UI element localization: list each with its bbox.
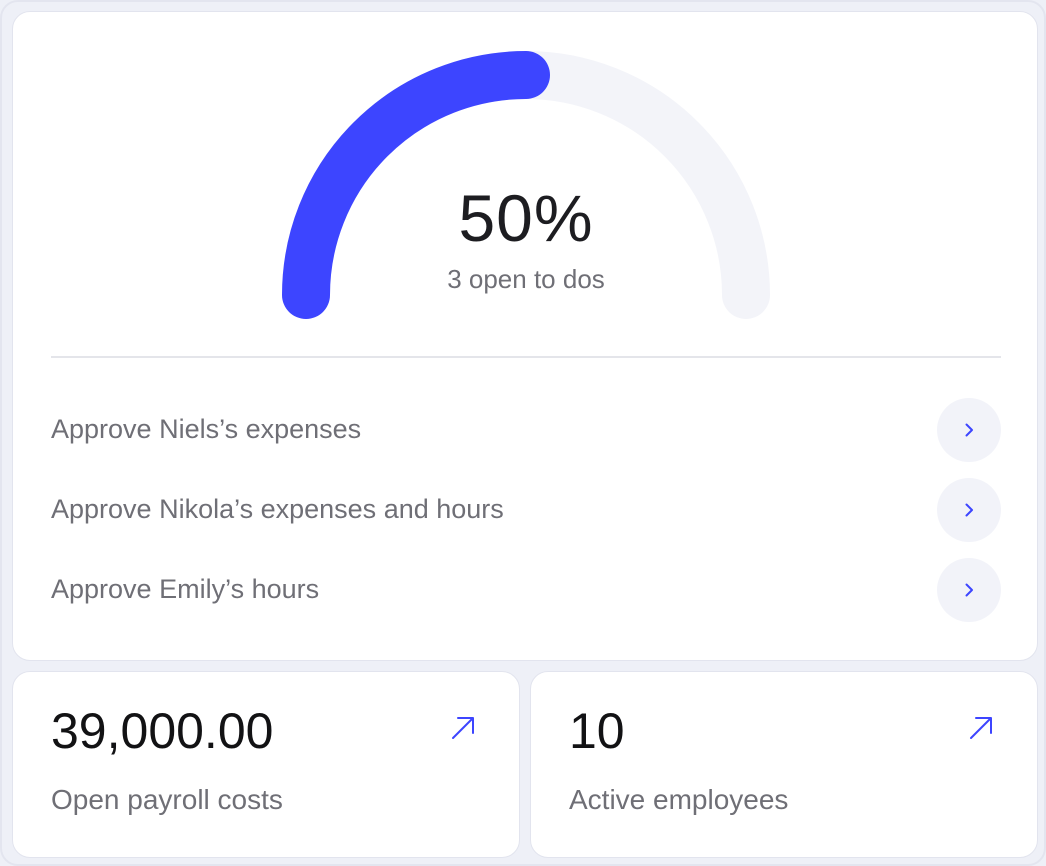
- task-open-button[interactable]: [937, 478, 1001, 542]
- open-todos-caption: 3 open to dos: [447, 264, 605, 294]
- task-open-button[interactable]: [937, 398, 1001, 462]
- payroll-costs-label: Open payroll costs: [51, 784, 283, 815]
- active-employees-label: Active employees: [569, 784, 789, 815]
- chevron-right-icon: [965, 503, 973, 517]
- open-employees-link[interactable]: [963, 710, 999, 746]
- chevron-right-icon: [965, 423, 973, 437]
- task-approve-nikola[interactable]: Approve Nikola’s expenses and hours: [51, 478, 1001, 542]
- task-label: Approve Nikola’s expenses and hours: [51, 494, 504, 524]
- arrow-up-right-icon: [970, 717, 992, 739]
- active-employees-card[interactable]: 10 Active employees: [530, 671, 1038, 858]
- todo-progress-card: 50% 3 open to dos Approve Niels’s expens…: [12, 11, 1038, 661]
- payroll-costs-value: 39,000.00: [51, 703, 274, 759]
- task-approve-emily[interactable]: Approve Emily’s hours: [51, 558, 1001, 622]
- dashboard-widget: 50% 3 open to dos Approve Niels’s expens…: [0, 0, 1046, 866]
- arrow-up-right-icon: [452, 717, 474, 739]
- task-approve-niels[interactable]: Approve Niels’s expenses: [51, 398, 1001, 462]
- progress-percent: 50%: [458, 181, 594, 255]
- payroll-costs-card[interactable]: 39,000.00 Open payroll costs: [12, 671, 520, 858]
- progress-gauge: 50% 3 open to dos: [13, 12, 1039, 352]
- chevron-right-icon: [965, 583, 973, 597]
- task-label: Approve Emily’s hours: [51, 574, 320, 604]
- task-label: Approve Niels’s expenses: [51, 414, 362, 444]
- divider: [51, 356, 1001, 358]
- task-open-button[interactable]: [937, 558, 1001, 622]
- open-payroll-link[interactable]: [445, 710, 481, 746]
- active-employees-value: 10: [569, 703, 625, 759]
